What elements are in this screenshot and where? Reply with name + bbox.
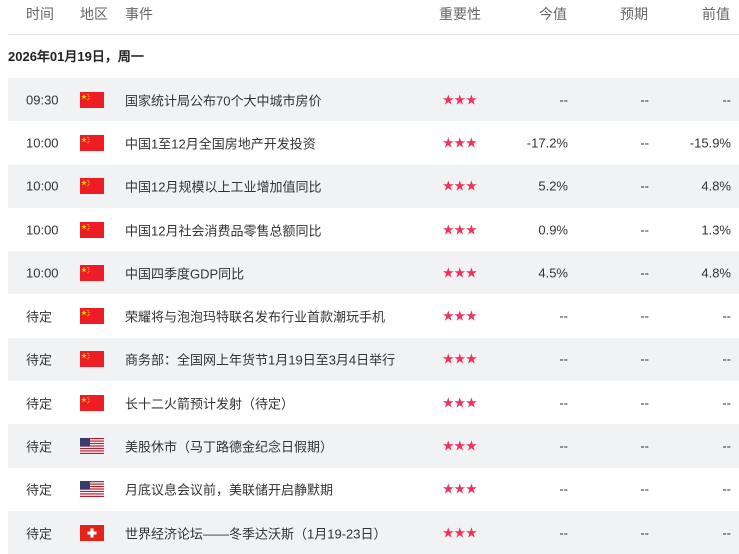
forecast-value: -- xyxy=(640,92,649,108)
header-importance: 重要性 xyxy=(439,6,481,22)
previous-value: -- xyxy=(722,351,731,367)
forecast-value: -- xyxy=(640,178,649,194)
event-row[interactable]: 10:00 中国四季度GDP同比 ★★★ 4.5% -- 4.8% xyxy=(8,251,739,295)
previous-value: 1.3% xyxy=(701,222,731,238)
actual-value: 0.9% xyxy=(538,222,568,238)
actual-value: -- xyxy=(559,525,568,541)
importance-stars-icon: ★★★ xyxy=(442,524,478,541)
event-list: 09:30 国家统计局公布70个大中城市房价 ★★★ -- -- -- 10:00… xyxy=(8,78,739,554)
importance-stars-icon: ★★★ xyxy=(442,221,478,238)
flag-us-icon xyxy=(80,438,104,455)
table-header: 时间 地区 事件 重要性 今值 预期 前值 xyxy=(8,0,739,35)
forecast-value: -- xyxy=(640,308,649,324)
event-title[interactable]: 中国四季度GDP同比 xyxy=(125,263,244,282)
event-time: 10:00 xyxy=(26,178,59,194)
importance-stars-icon: ★★★ xyxy=(442,350,478,367)
importance-stars-icon: ★★★ xyxy=(442,264,478,281)
actual-value: -- xyxy=(559,481,568,497)
importance-stars-icon: ★★★ xyxy=(442,437,478,454)
flag-cn-icon xyxy=(80,91,104,108)
event-time: 10:00 xyxy=(26,222,59,238)
actual-value: -- xyxy=(559,92,568,108)
importance-stars-icon: ★★★ xyxy=(442,307,478,324)
forecast-value: -- xyxy=(640,481,649,497)
event-row[interactable]: 待定 月底议息会议前，美联储开启静默期 ★★★ -- -- -- xyxy=(8,468,739,511)
header-region: 地区 xyxy=(80,6,108,22)
header-time: 时间 xyxy=(26,6,54,22)
header-event: 事件 xyxy=(125,6,153,22)
event-row[interactable]: 待定 美股休市（马丁路德金纪念日假期） ★★★ -- -- -- xyxy=(8,424,739,468)
event-time: 10:00 xyxy=(26,265,59,281)
forecast-value: -- xyxy=(640,438,649,454)
event-title[interactable]: 中国1至12月全国房地产开发投资 xyxy=(125,133,316,152)
event-row[interactable]: 待定 荣耀将与泡泡玛特联名发布行业首款潮玩手机 ★★★ -- -- -- xyxy=(8,294,739,337)
actual-value: -- xyxy=(559,351,568,367)
event-title[interactable]: 长十二火箭预计发射（待定） xyxy=(125,393,294,412)
previous-value: -- xyxy=(722,92,731,108)
event-time: 待定 xyxy=(26,439,53,455)
event-row[interactable]: 10:00 中国1至12月全国房地产开发投资 ★★★ -17.2% -- -15… xyxy=(8,121,739,164)
event-row[interactable]: 10:00 中国12月社会消费品零售总额同比 ★★★ 0.9% -- 1.3% xyxy=(8,208,739,251)
flag-ch-icon xyxy=(80,524,104,541)
event-title[interactable]: 美股休市（马丁路德金纪念日假期） xyxy=(125,437,333,456)
actual-value: -- xyxy=(559,438,568,454)
flag-cn-icon xyxy=(80,308,104,325)
forecast-value: -- xyxy=(640,265,649,281)
flag-cn-icon xyxy=(80,394,104,411)
previous-value: -15.9% xyxy=(689,135,731,151)
event-title[interactable]: 中国12月社会消费品零售总额同比 xyxy=(125,220,321,239)
event-row[interactable]: 待定 世界经济论坛——冬季达沃斯（1月19-23日） ★★★ -- -- -- xyxy=(8,510,739,554)
event-row[interactable]: 09:30 国家统计局公布70个大中城市房价 ★★★ -- -- -- xyxy=(8,78,739,122)
previous-value: 4.8% xyxy=(701,265,731,281)
event-time: 09:30 xyxy=(26,92,59,108)
header-forecast: 预期 xyxy=(620,6,648,22)
event-time: 待定 xyxy=(26,526,53,542)
flag-cn-icon xyxy=(80,178,104,195)
event-time: 10:00 xyxy=(26,135,59,151)
actual-value: -17.2% xyxy=(526,135,568,151)
flag-us-icon xyxy=(80,481,104,498)
actual-value: -- xyxy=(559,395,568,411)
importance-stars-icon: ★★★ xyxy=(442,91,478,108)
event-row[interactable]: 10:00 中国12月规模以上工业增加值同比 ★★★ 5.2% -- 4.8% xyxy=(8,164,739,208)
flag-cn-icon xyxy=(80,134,104,151)
forecast-value: -- xyxy=(640,351,649,367)
importance-stars-icon: ★★★ xyxy=(442,134,478,151)
previous-value: 4.8% xyxy=(701,178,731,194)
previous-value: -- xyxy=(722,395,731,411)
header-actual: 今值 xyxy=(539,6,567,22)
previous-value: -- xyxy=(722,308,731,324)
event-time: 待定 xyxy=(26,482,53,498)
event-row[interactable]: 待定 商务部：全国网上年货节1月19日至3月4日举行 ★★★ -- -- -- xyxy=(8,337,739,382)
header-previous: 前值 xyxy=(702,6,730,22)
forecast-value: -- xyxy=(640,525,649,541)
actual-value: -- xyxy=(559,308,568,324)
previous-value: -- xyxy=(722,481,731,497)
event-time: 待定 xyxy=(26,352,53,368)
actual-value: 5.2% xyxy=(538,178,568,194)
flag-cn-icon xyxy=(80,351,104,368)
importance-stars-icon: ★★★ xyxy=(442,177,478,194)
event-title[interactable]: 商务部：全国网上年货节1月19日至3月4日举行 xyxy=(125,350,395,369)
forecast-value: -- xyxy=(640,135,649,151)
event-title[interactable]: 中国12月规模以上工业增加值同比 xyxy=(125,177,321,196)
actual-value: 4.5% xyxy=(538,265,568,281)
importance-stars-icon: ★★★ xyxy=(442,480,478,497)
flag-cn-icon xyxy=(80,264,104,281)
importance-stars-icon: ★★★ xyxy=(442,394,478,411)
previous-value: -- xyxy=(722,525,731,541)
flag-cn-icon xyxy=(80,221,104,238)
event-title[interactable]: 国家统计局公布70个大中城市房价 xyxy=(125,90,321,109)
event-time: 待定 xyxy=(26,396,53,412)
event-row[interactable]: 待定 长十二火箭预计发射（待定） ★★★ -- -- -- xyxy=(8,381,739,424)
event-title[interactable]: 月底议息会议前，美联储开启静默期 xyxy=(125,480,333,499)
event-time: 待定 xyxy=(26,309,53,325)
forecast-value: -- xyxy=(640,222,649,238)
event-title[interactable]: 荣耀将与泡泡玛特联名发布行业首款潮玩手机 xyxy=(125,307,385,326)
forecast-value: -- xyxy=(640,395,649,411)
date-heading: 2026年01月19日，周一 xyxy=(8,49,144,64)
event-title[interactable]: 世界经济论坛——冬季达沃斯（1月19-23日） xyxy=(125,523,386,542)
previous-value: -- xyxy=(722,438,731,454)
